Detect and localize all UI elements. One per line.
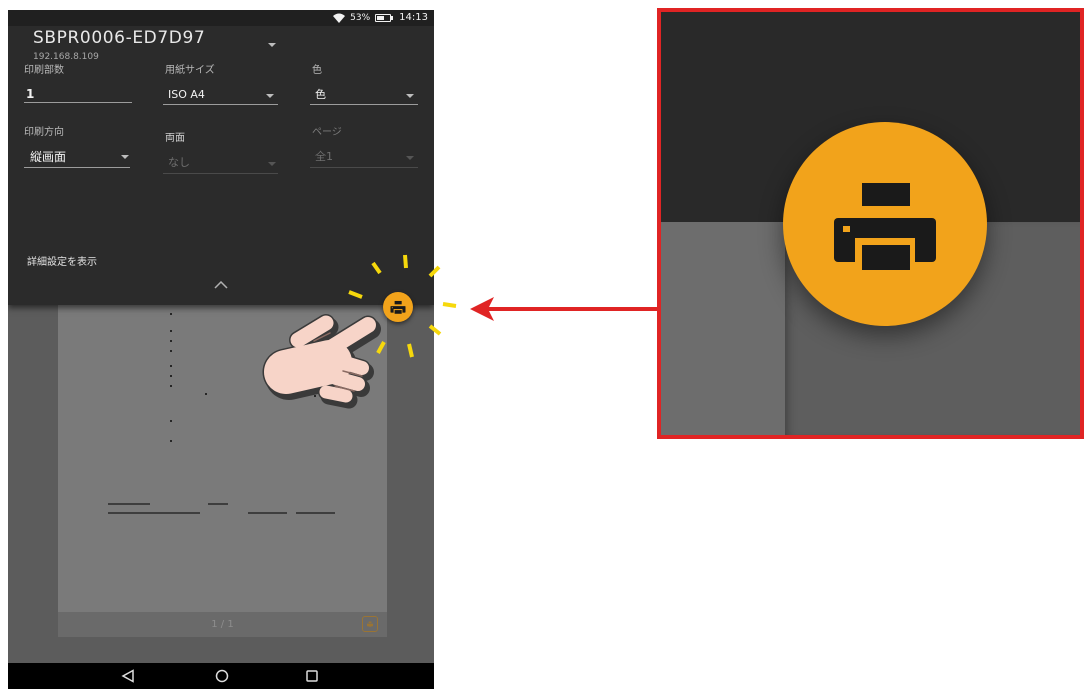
battery-percent: 53%	[350, 13, 371, 23]
print-settings-panel: SBPR0006-ED7D97 192.168.8.109 印刷部数 1 用紙サ…	[8, 26, 434, 305]
pages-underline	[310, 167, 418, 168]
page-indicator: 1 / 1	[211, 619, 234, 630]
print-icon	[834, 183, 936, 270]
print-button[interactable]	[383, 292, 413, 322]
pages-dropdown-arrow-icon	[406, 156, 414, 160]
printer-address: 192.168.8.109	[33, 52, 99, 62]
recents-icon[interactable]	[305, 669, 319, 683]
preview-text-line	[208, 503, 228, 505]
print-icon	[390, 300, 406, 314]
orientation-select[interactable]: 縦画面	[30, 150, 66, 164]
chevron-up-icon[interactable]	[214, 281, 228, 289]
show-more-options-link[interactable]: 詳細設定を表示	[27, 257, 97, 269]
color-underline	[310, 104, 418, 105]
print-icon	[367, 621, 373, 627]
preview-mark	[170, 350, 172, 352]
wifi-icon	[333, 13, 346, 23]
preview-mark	[170, 420, 172, 422]
preview-mark	[170, 375, 172, 377]
duplex-dropdown-arrow-icon	[268, 162, 276, 166]
color-select[interactable]: 色	[315, 88, 326, 102]
duplex-underline	[163, 173, 278, 174]
orientation-underline	[24, 167, 130, 168]
paper-size-select[interactable]: ISO A4	[168, 88, 205, 102]
preview-mark	[170, 440, 172, 442]
navigation-bar	[8, 663, 434, 689]
back-icon[interactable]	[121, 669, 135, 683]
preview-text-line	[296, 512, 335, 514]
print-button-magnified[interactable]	[783, 122, 987, 326]
paper-size-dropdown-arrow-icon[interactable]	[266, 94, 274, 98]
pages-select: 全1	[315, 150, 333, 163]
clock: 14:13	[399, 12, 428, 23]
duplex-label: 両面	[165, 133, 185, 144]
arrow-left-icon	[470, 297, 657, 321]
printer-dropdown-arrow-icon[interactable]	[268, 43, 276, 47]
copies-input[interactable]: 1	[26, 87, 34, 101]
paper-size-label: 用紙サイズ	[165, 65, 215, 76]
battery-icon	[375, 14, 394, 22]
preview-mark	[205, 393, 207, 395]
preview-mark	[314, 395, 316, 397]
copies-label: 印刷部数	[24, 65, 64, 76]
pages-label: ページ	[312, 127, 342, 138]
home-icon[interactable]	[215, 669, 229, 683]
color-label: 色	[312, 65, 322, 76]
sparkle-line	[442, 302, 457, 308]
preview-mark	[170, 340, 172, 342]
device-screen: 53% 14:13 SBPR0006-ED7D97 192.168.8.109 …	[8, 10, 434, 689]
orientation-label: 印刷方向	[24, 127, 64, 138]
status-bar: 53% 14:13	[8, 10, 434, 26]
preview-mark	[170, 313, 172, 315]
preview-mark	[170, 365, 172, 367]
paper-size-underline	[163, 104, 278, 105]
orientation-dropdown-arrow-icon[interactable]	[121, 155, 129, 159]
preview-text-line	[108, 512, 200, 514]
page-select-toggle[interactable]	[362, 616, 378, 632]
battery-level	[377, 16, 384, 20]
preview-mark	[170, 385, 172, 387]
preview-mark	[170, 330, 172, 332]
zoom-inset	[657, 8, 1084, 439]
preview-text-line	[248, 512, 287, 514]
print-preview-page[interactable]	[58, 305, 387, 612]
preview-text-line	[108, 503, 150, 505]
copies-underline	[24, 102, 132, 103]
zoom-page-area	[661, 222, 785, 435]
duplex-select: なし	[168, 156, 190, 169]
color-dropdown-arrow-icon[interactable]	[406, 94, 414, 98]
preview-page-bar: 1 / 1	[58, 612, 387, 637]
printer-name[interactable]: SBPR0006-ED7D97	[33, 28, 205, 48]
